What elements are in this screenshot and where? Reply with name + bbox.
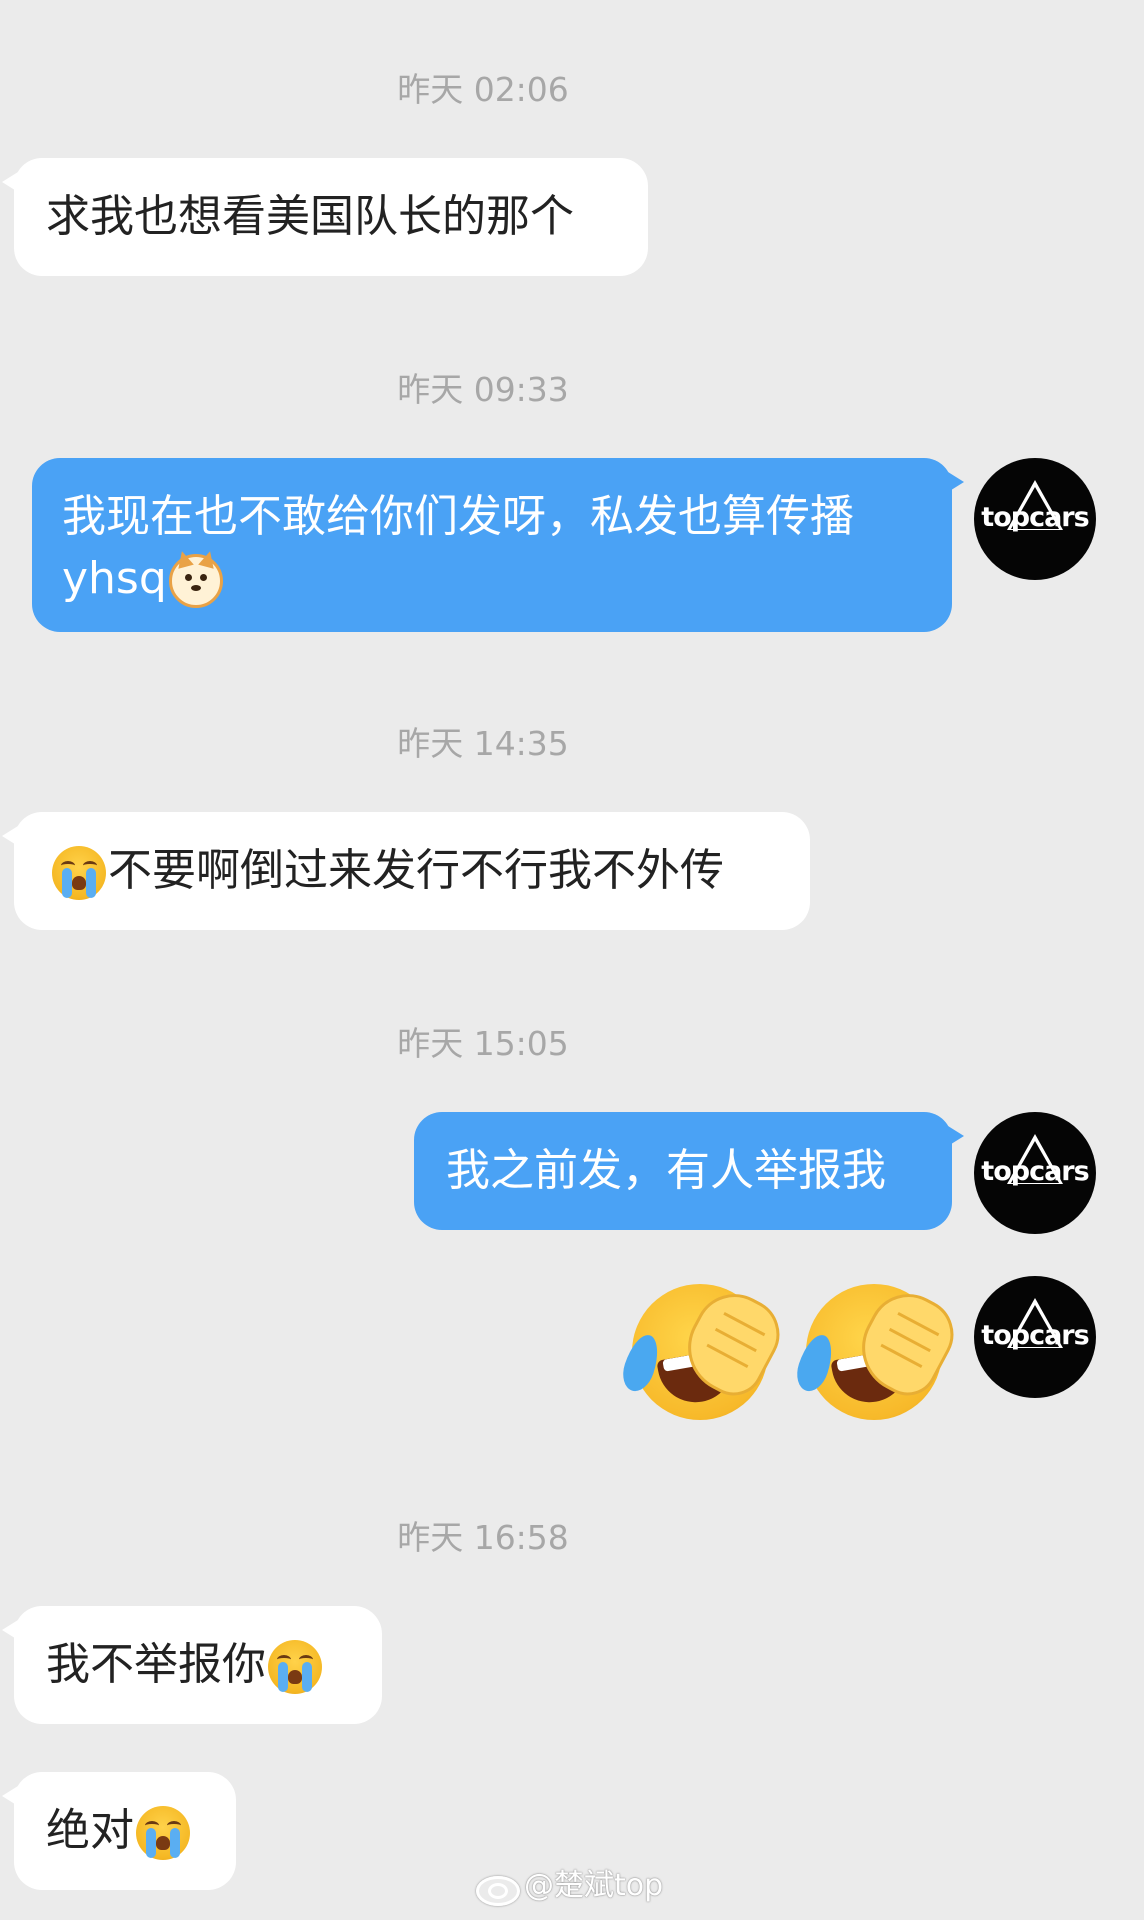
bubble-tail — [2, 172, 18, 192]
watermark-text: @楚斌top — [524, 1868, 664, 1903]
bubble-tail — [2, 826, 18, 846]
face-with-tears-of-joy-facepalm-icon[interactable] — [791, 1280, 967, 1420]
avatar[interactable]: topcars — [974, 458, 1096, 580]
incoming-message-bubble[interactable]: 求我也想看美国队长的那个 — [2, 158, 648, 276]
incoming-message-bubble[interactable]: 绝对 — [2, 1772, 236, 1890]
timestamp: 昨天 16:58 — [397, 1518, 569, 1557]
timestamp: 昨天 14:35 — [397, 724, 569, 763]
doge-icon — [168, 549, 223, 608]
outgoing-message-bubble[interactable]: 我之前发，有人举报我 — [414, 1112, 964, 1230]
avatar-brand-text: topcars — [981, 502, 1089, 533]
message-text: 求我也想看美国队长的那个 — [46, 191, 574, 242]
avatar-brand-text: topcars — [981, 1156, 1089, 1187]
outgoing-message-bubble[interactable]: 我现在也不敢给你们发呀，私发也算传播 yhsq — [32, 458, 964, 632]
avatar-brand-text: topcars — [981, 1320, 1089, 1351]
face-with-tears-of-joy-facepalm-icon[interactable] — [617, 1280, 793, 1420]
watermark: @楚斌top — [474, 1868, 664, 1906]
message-text: 我之前发，有人举报我 — [446, 1145, 886, 1196]
bubble-tail — [948, 472, 964, 492]
message-text-line: 我现在也不敢给你们发呀，私发也算传播 — [62, 491, 854, 542]
bubble-tail — [2, 1786, 18, 1806]
weibo-icon — [474, 1871, 520, 1906]
avatar[interactable]: topcars — [974, 1112, 1096, 1234]
bubble-tail — [948, 1126, 964, 1146]
timestamp: 昨天 09:33 — [397, 370, 569, 409]
timestamp: 昨天 02:06 — [397, 70, 569, 109]
crying-face-icon — [52, 846, 106, 900]
message-text: yhsq — [62, 553, 167, 604]
timestamp: 昨天 15:05 — [397, 1024, 569, 1063]
message-text: 不要啊倒过来发行不行我不外传 — [108, 845, 724, 896]
incoming-message-bubble[interactable]: 我不举报你 — [2, 1606, 382, 1724]
message-text-line: yhsq — [62, 548, 922, 610]
message-text: 我不举报你 — [46, 1639, 266, 1690]
message-text: 绝对 — [46, 1805, 134, 1856]
bubble-tail — [2, 1620, 18, 1640]
crying-face-icon — [136, 1806, 190, 1860]
avatar[interactable]: topcars — [974, 1276, 1096, 1398]
crying-face-icon — [268, 1640, 322, 1694]
incoming-message-bubble[interactable]: 不要啊倒过来发行不行我不外传 — [2, 812, 810, 930]
